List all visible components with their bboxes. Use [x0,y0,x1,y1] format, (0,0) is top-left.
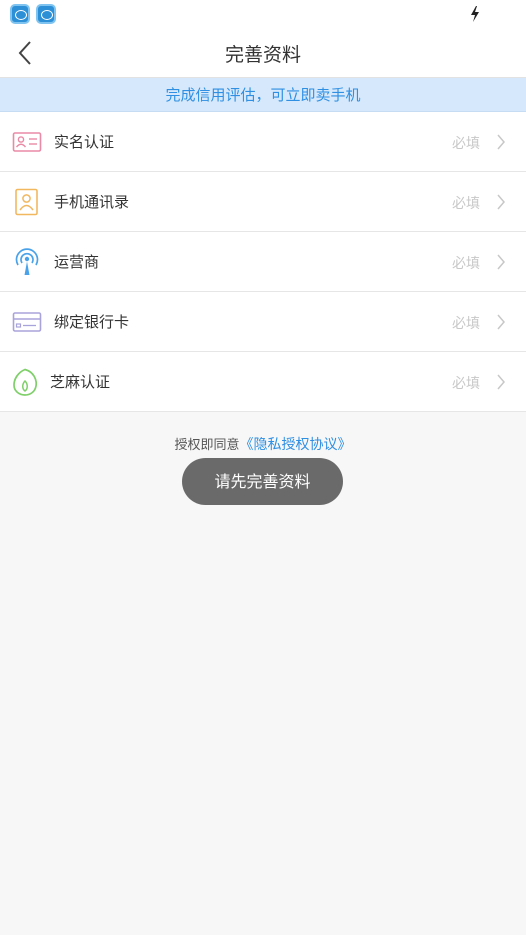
item-label: 运营商 [54,253,100,271]
required-tag: 必填 [452,316,480,332]
status-bar [0,0,526,28]
contacts-icon [15,188,38,216]
sesame-icon [13,368,38,396]
list-item-realname[interactable]: 实名认证 必填 [0,112,526,172]
chevron-right-icon [497,194,505,210]
bank-card-icon [12,312,42,332]
item-label: 芝麻认证 [50,373,111,391]
signal-tower-icon [15,248,39,275]
item-label: 实名认证 [54,133,115,151]
list-item-sesame[interactable]: 芝麻认证 必填 [0,352,526,412]
verification-list: 实名认证 必填 手机通讯录 必填 运营商 必填 绑定银行卡 必填 芝麻认证 必填 [0,112,526,412]
toast-message: 请先完善资料 [182,458,343,505]
id-card-icon [12,132,42,152]
app-icon [10,4,30,24]
agreement-line: 授权即同意《隐私授权协议》 [0,434,526,454]
page-title: 完善资料 [224,44,301,66]
item-label: 绑定银行卡 [54,313,130,331]
required-tag: 必填 [452,196,480,212]
list-item-contacts[interactable]: 手机通讯录 必填 [0,172,526,232]
list-item-bank-card[interactable]: 绑定银行卡 必填 [0,292,526,352]
chevron-right-icon [497,374,505,390]
privacy-agreement-link[interactable]: 《隐私授权协议》 [240,437,352,453]
info-banner: 完成信用评估，可立即卖手机 [0,78,526,112]
chevron-right-icon [497,254,505,270]
header: 完善资料 [0,28,526,78]
chevron-right-icon [497,134,505,150]
required-tag: 必填 [452,136,480,152]
agreement-prefix: 授权即同意 [174,438,240,453]
chevron-right-icon [497,314,505,330]
item-label: 手机通讯录 [54,193,130,211]
required-tag: 必填 [452,256,480,272]
required-tag: 必填 [452,376,480,392]
list-item-carrier[interactable]: 运营商 必填 [0,232,526,292]
bolt-icon [471,6,479,22]
app-icon [36,4,56,24]
